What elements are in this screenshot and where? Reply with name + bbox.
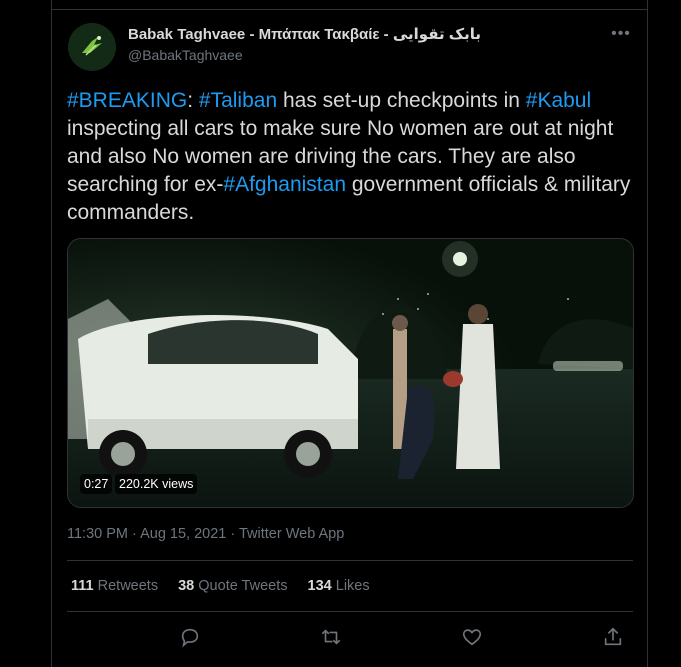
author-handle[interactable]: @BabakTaghvaee — [128, 47, 481, 63]
stats-row: 111 Retweets 38 Quote Tweets 134 Likes — [71, 578, 386, 594]
tweet-text-segment: has set-up checkpoints in — [277, 89, 526, 112]
tweet-text-segment: : — [187, 89, 199, 112]
meta-separator: · — [128, 526, 141, 542]
reply-icon — [181, 628, 199, 648]
tweet-time[interactable]: 11:30 PM — [67, 526, 128, 542]
video-duration-badge: 0:27 — [80, 474, 113, 494]
retweets-stat[interactable]: 111 Retweets — [71, 578, 158, 594]
tweet-date[interactable]: Aug 15, 2021 — [140, 526, 226, 542]
quotes-count: 38 — [178, 578, 195, 594]
hashtag-link[interactable]: #Taliban — [199, 89, 277, 112]
tweet-meta: 11:30 PM · Aug 15, 2021 · Twitter Web Ap… — [67, 526, 344, 542]
likes-label: Likes — [335, 578, 370, 594]
retweet-icon — [321, 629, 341, 645]
share-button[interactable] — [600, 624, 626, 650]
author-block: Babak Taghvaee - Μπάπακ Τακβαίε - بابک ت… — [128, 25, 481, 63]
share-icon — [604, 627, 622, 646]
top-divider — [52, 9, 647, 10]
quotes-stat[interactable]: 38 Quote Tweets — [178, 578, 287, 594]
hashtag-link[interactable]: #Kabul — [526, 89, 591, 112]
meta-separator: · — [226, 526, 239, 542]
likes-count: 134 — [307, 578, 332, 594]
hashtag-link[interactable]: #BREAKING — [67, 89, 187, 112]
tweet-column: Babak Taghvaee - Μπάπακ Τακβαίε - بابک ت… — [51, 0, 648, 667]
stats-divider — [67, 611, 633, 612]
retweet-button[interactable] — [318, 624, 344, 650]
avatar[interactable] — [68, 23, 116, 71]
meta-divider — [67, 560, 633, 561]
likes-stat[interactable]: 134 Likes — [308, 578, 370, 594]
video-frame — [68, 239, 633, 507]
tweet-source[interactable]: Twitter Web App — [239, 526, 344, 542]
retweets-count: 111 — [71, 578, 94, 594]
hashtag-link[interactable]: #Afghanistan — [223, 173, 346, 196]
like-button[interactable] — [459, 624, 485, 650]
avatar-logo-icon — [68, 23, 116, 71]
video-views-badge: 220.2K views — [115, 474, 198, 494]
like-icon — [462, 629, 482, 646]
action-bar — [67, 624, 633, 652]
tweet-text: #BREAKING: #Taliban has set-up checkpoin… — [67, 87, 637, 227]
more-icon[interactable]: ••• — [609, 24, 633, 44]
video-player[interactable]: 0:27 220.2K views — [67, 238, 634, 508]
quotes-label: Quote Tweets — [198, 578, 288, 594]
author-name[interactable]: Babak Taghvaee - Μπάπακ Τακβαίε - بابک ت… — [128, 25, 481, 43]
reply-button[interactable] — [177, 624, 203, 650]
retweets-label: Retweets — [97, 578, 159, 594]
